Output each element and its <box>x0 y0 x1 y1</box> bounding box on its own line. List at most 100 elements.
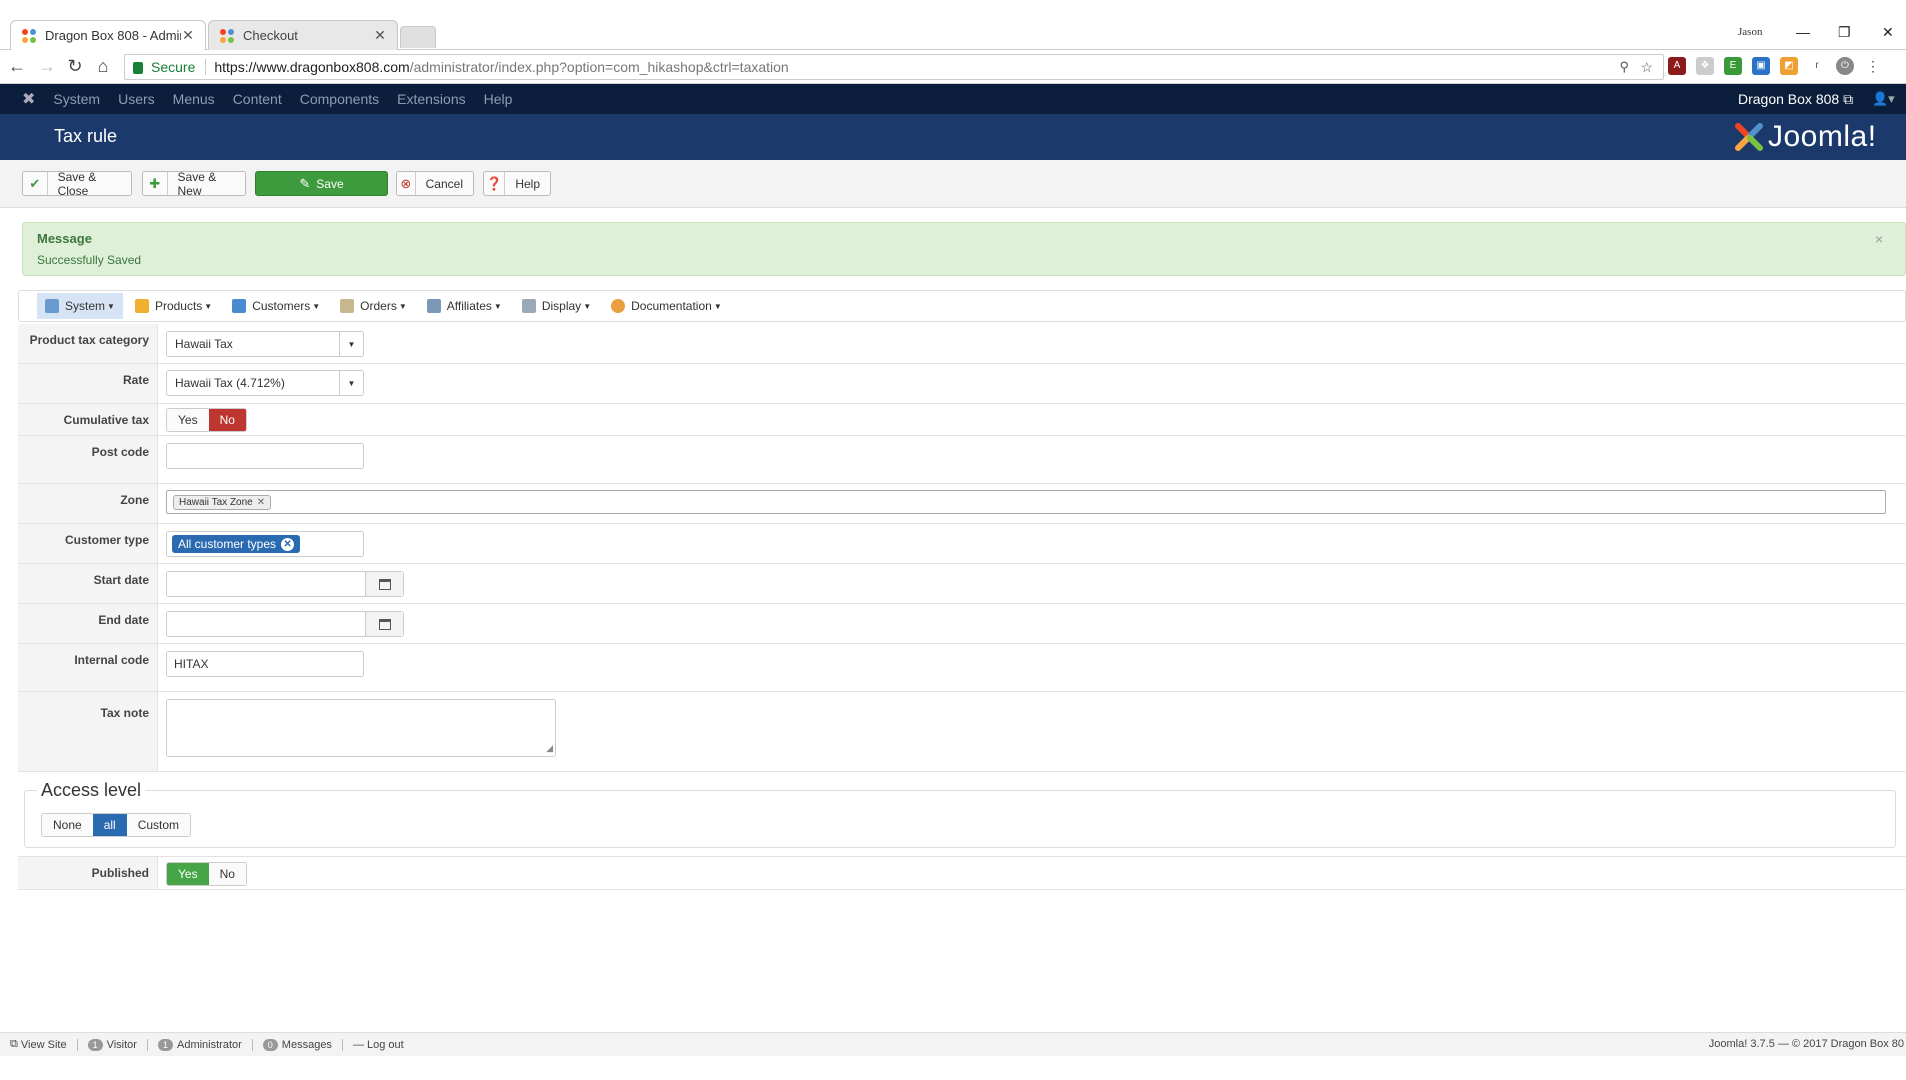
joomla-wordmark: Joomla! <box>1768 120 1877 153</box>
internal-code-input[interactable]: HITAX <box>166 651 364 677</box>
pdf-extension-icon[interactable]: A <box>1668 57 1686 75</box>
power-extension-icon[interactable]: ⏻ <box>1836 57 1854 75</box>
resize-grip-icon[interactable]: ◢ <box>546 743 553 754</box>
access-none[interactable]: None <box>42 814 93 836</box>
address-bar[interactable]: Secure https://www.dragonbox808.com/admi… <box>124 54 1664 80</box>
title-bar: Tax rule Joomla! <box>0 114 1906 160</box>
calendar-button[interactable] <box>365 572 403 596</box>
nav-components[interactable]: Components <box>300 91 379 107</box>
remove-circle-icon[interactable]: ✕ <box>281 537 295 551</box>
logout-link[interactable]: — Log out <box>353 1039 404 1051</box>
save-close-button[interactable]: ✔ Save & Close <box>22 170 132 198</box>
nav-system[interactable]: System <box>53 91 100 107</box>
hika-menu-display[interactable]: Display ▼ <box>514 293 599 319</box>
published-yes[interactable]: Yes <box>167 863 209 885</box>
nav-users[interactable]: Users <box>118 91 155 107</box>
browser-profile-name[interactable]: Jason <box>1738 26 1762 38</box>
rate-select[interactable]: Hawaii Tax (4.712%) ▼ <box>166 370 364 396</box>
nav-content[interactable]: Content <box>233 91 282 107</box>
row-customer-type: Customer type All customer types ✕ <box>18 524 1906 564</box>
product-tax-category-select[interactable]: Hawaii Tax ▼ <box>166 331 364 357</box>
published-no[interactable]: No <box>208 863 246 885</box>
external-link-icon: ⧉ <box>10 1038 21 1050</box>
restore-icon[interactable]: ❐ <box>1838 24 1851 41</box>
cumulative-tax-no[interactable]: No <box>208 409 246 431</box>
close-icon[interactable]: ✕ <box>181 27 195 44</box>
cumulative-tax-yes[interactable]: Yes <box>167 409 209 431</box>
hika-menu-orders[interactable]: Orders ▼ <box>332 293 415 319</box>
external-link-icon: ⧉ <box>1843 90 1854 107</box>
caret-down-icon: ▼ <box>493 301 502 311</box>
rss-extension-icon[interactable]: ◩ <box>1780 57 1798 75</box>
row-start-date: Start date <box>18 564 1906 604</box>
admin-status-bar: ⧉ View Site 1 Visitor 1 Administrator 0 Mes… <box>0 1032 1906 1056</box>
extension-icons: A ❖ E ▣ ◩ r ⏻ ⋮ <box>1668 57 1882 75</box>
browser-tab-checkout[interactable]: Checkout ✕ <box>208 20 398 50</box>
view-site-link[interactable]: ⧉ View Site <box>10 1038 67 1051</box>
evernote-extension-icon[interactable]: E <box>1724 57 1742 75</box>
field-label: Tax note <box>18 692 158 771</box>
reload-icon[interactable]: ↻ <box>64 56 86 77</box>
start-date-input[interactable] <box>166 571 404 597</box>
end-date-input[interactable] <box>166 611 404 637</box>
visitor-link[interactable]: 1 Visitor <box>87 1038 137 1051</box>
message-text: Successfully Saved <box>37 253 142 267</box>
calendar-icon <box>378 578 391 590</box>
new-tab-button[interactable] <box>400 26 436 48</box>
documentation-icon <box>611 299 626 313</box>
row-end-date: End date <box>18 604 1906 644</box>
divider <box>76 1038 78 1051</box>
hika-menu-customers[interactable]: Customers ▼ <box>224 293 328 319</box>
access-level-legend: Access level <box>37 780 146 801</box>
field-label: End date <box>18 604 158 643</box>
customer-type-input[interactable]: All customer types ✕ <box>166 531 364 557</box>
close-icon[interactable]: ✕ <box>373 27 387 44</box>
field-label: Published <box>18 857 158 889</box>
browser-tab-admin[interactable]: Dragon Box 808 - Admin ✕ <box>10 20 206 50</box>
user-menu-icon[interactable]: 👤▾ <box>1872 91 1895 107</box>
field-label: Zone <box>18 484 158 523</box>
nav-menus[interactable]: Menus <box>173 91 215 107</box>
joomla-brand-logo: Joomla! <box>1732 120 1877 154</box>
dropbox-extension-icon[interactable]: ❖ <box>1696 57 1714 75</box>
minimize-icon[interactable]: — <box>1796 24 1810 40</box>
r-extension-icon[interactable]: r <box>1808 57 1826 75</box>
home-icon[interactable]: ⌂ <box>92 56 114 77</box>
zoom-icon[interactable]: ⚲ <box>1619 59 1629 75</box>
save-new-button[interactable]: ✚ Save & New <box>142 170 246 198</box>
hika-menu-products[interactable]: Products ▼ <box>127 293 220 319</box>
zone-input[interactable]: Hawaii Tax Zone ✕ <box>166 490 1886 514</box>
hika-menu-system[interactable]: System ▼ <box>37 293 123 319</box>
menu-kebab-icon[interactable]: ⋮ <box>1864 57 1882 75</box>
tab-label: Dragon Box 808 - Admin <box>45 28 181 43</box>
window-close-icon[interactable]: ✕ <box>1882 24 1894 41</box>
close-icon[interactable]: × <box>1875 231 1883 247</box>
save-button[interactable]: ✎ Save <box>255 171 388 196</box>
messages-link[interactable]: 0 Messages <box>262 1038 332 1051</box>
post-code-input[interactable] <box>166 443 364 469</box>
cancel-button[interactable]: ⊗ Cancel <box>396 171 474 196</box>
screen-extension-icon[interactable]: ▣ <box>1752 57 1770 75</box>
administrator-link[interactable]: 1 Administrator <box>157 1038 242 1051</box>
field-label: Start date <box>18 564 158 603</box>
nav-extensions[interactable]: Extensions <box>397 91 465 107</box>
site-name: Dragon Box 808 <box>1738 90 1840 107</box>
hika-menu-affiliates[interactable]: Affiliates ▼ <box>419 293 510 319</box>
row-internal-code: Internal code HITAX <box>18 644 1906 692</box>
nav-help[interactable]: Help <box>484 91 513 107</box>
remove-icon[interactable]: ✕ <box>257 497 265 508</box>
bookmark-star-icon[interactable]: ☆ <box>1640 59 1653 76</box>
tax-note-textarea[interactable]: ◢ <box>166 699 556 757</box>
orders-icon <box>340 299 355 313</box>
forward-icon[interactable]: → <box>36 56 58 77</box>
access-all[interactable]: all <box>92 814 127 836</box>
hika-menu-documentation[interactable]: Documentation ▼ <box>603 293 730 319</box>
joomla-logo-icon[interactable]: ✖ <box>22 89 35 109</box>
caret-down-icon: ▼ <box>312 301 321 311</box>
access-custom[interactable]: Custom <box>126 814 191 836</box>
back-icon[interactable]: ← <box>6 56 28 77</box>
calendar-button[interactable] <box>365 612 403 636</box>
site-link[interactable]: Dragon Box 808 ⧉ <box>1738 91 1853 108</box>
caret-down-icon: ▼ <box>398 301 407 311</box>
help-button[interactable]: ❓ Help <box>483 171 551 196</box>
